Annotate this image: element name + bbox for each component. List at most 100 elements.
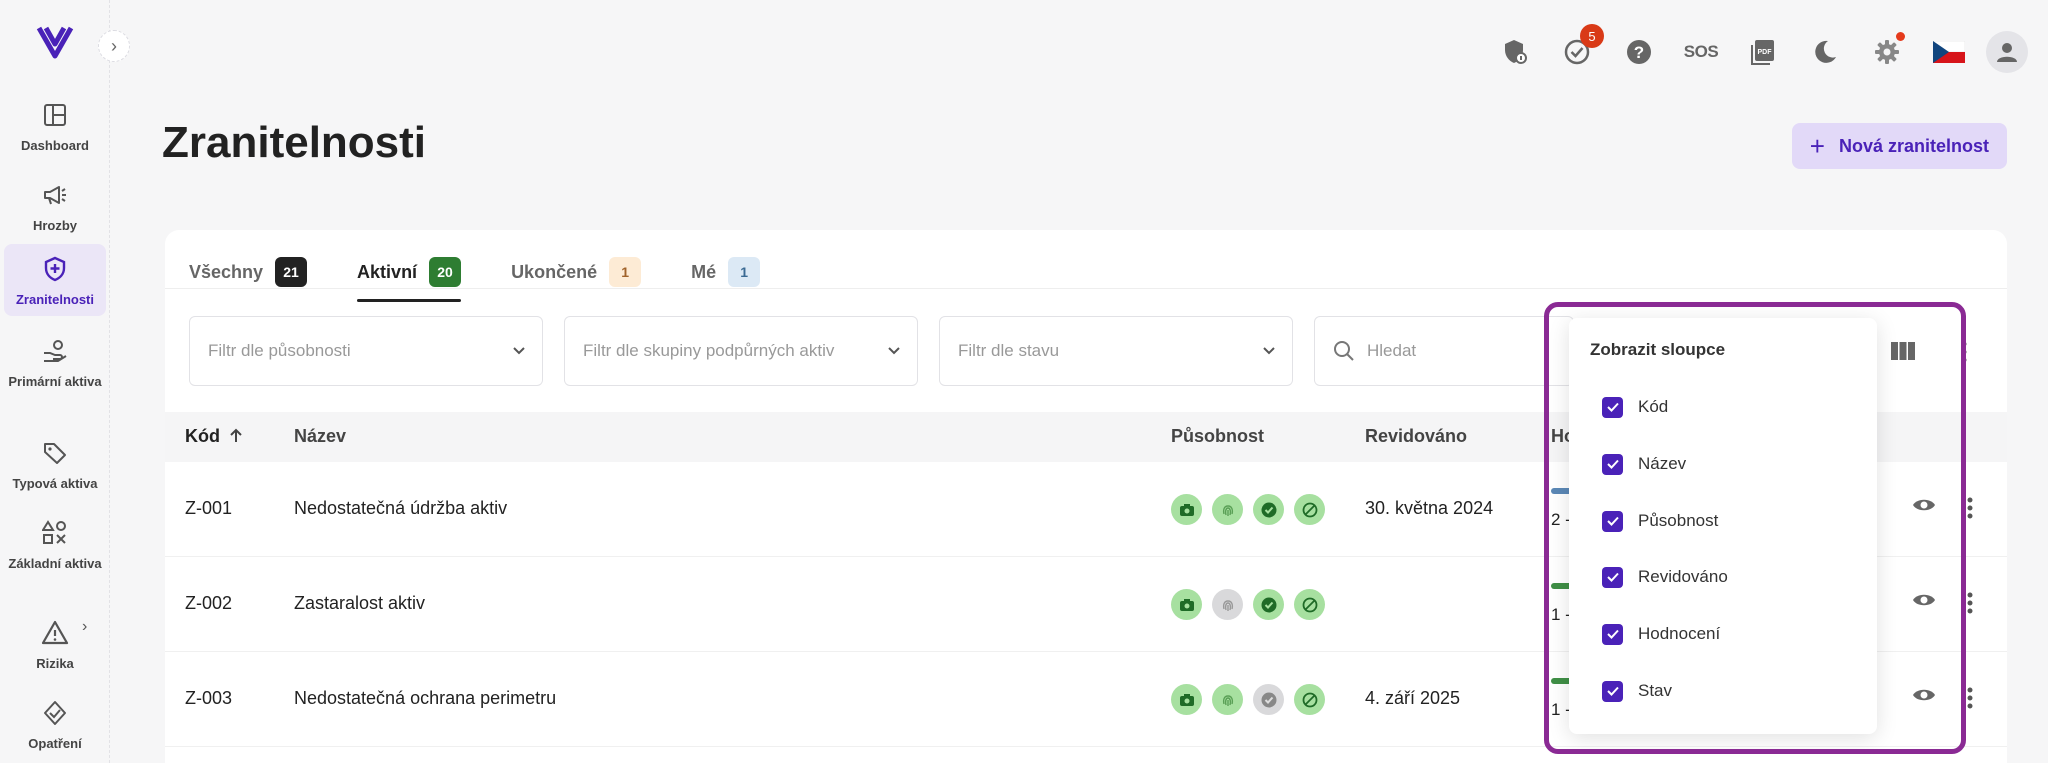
scope-filter-placeholder: Filtr dle působnosti: [208, 341, 351, 360]
column-header-name[interactable]: Název: [294, 426, 346, 447]
sidebar-item-label: Zranitelnosti: [15, 292, 94, 307]
column-header-revised[interactable]: Revidováno: [1365, 426, 1467, 447]
plus-icon: +: [1809, 130, 1825, 161]
shapes-icon: [40, 518, 70, 548]
tabs: Všechny 21 Aktivní 20 Ukončené 1 Mé 1: [189, 244, 810, 304]
svg-text:PDF: PDF: [1758, 49, 1773, 56]
asset-group-filter-placeholder: Filtr dle skupiny podpůrných aktiv: [583, 341, 835, 360]
svg-text:?: ?: [1634, 43, 1644, 62]
scope-filter-select[interactable]: Filtr dle působnosti: [189, 316, 543, 386]
sidebar-item-opatreni[interactable]: Opatření: [4, 688, 106, 758]
verified-badge-icon: [1253, 684, 1284, 715]
search-input[interactable]: Hledat: [1314, 316, 1574, 386]
blocked-icon: [1294, 494, 1325, 525]
column-header-code[interactable]: Kód: [185, 426, 244, 447]
new-vulnerability-label: Nová zranitelnost: [1838, 135, 1989, 156]
sidebar: Dashboard Hrozby Zranitelnosti Primární …: [0, 0, 110, 763]
sidebar-item-primarni-aktiva[interactable]: Primární aktiva: [4, 326, 106, 412]
row-code: Z-002: [185, 593, 233, 613]
sidebar-item-label: Typová aktiva: [12, 476, 98, 491]
tab-label: Všechny: [189, 261, 264, 282]
dashboard-icon: [40, 100, 70, 130]
chevron-down-icon: [888, 347, 900, 355]
scope-icons: [1171, 494, 1335, 525]
row-name: Nedostatečná ochrana perimetru: [294, 688, 557, 708]
fingerprint-icon: [1212, 589, 1243, 620]
user-avatar[interactable]: [1986, 31, 2028, 73]
fingerprint-icon: [1212, 494, 1243, 525]
column-header-label: Kód: [185, 426, 220, 446]
tab-vsechny[interactable]: Všechny 21: [189, 244, 308, 300]
verified-badge-icon: [1253, 589, 1284, 620]
verified-badge-icon: [1253, 494, 1284, 525]
settings-gear-icon[interactable]: [1856, 28, 1918, 76]
shield-plus-icon: [40, 254, 70, 284]
search-placeholder: Hledat: [1367, 341, 1417, 360]
top-bar: 5 ? SOS PDF: [1484, 24, 2048, 76]
tab-count: 1: [728, 257, 761, 287]
page-title: Zranitelnosti: [162, 118, 427, 167]
sidebar-item-typova-aktiva[interactable]: Typová aktiva: [4, 428, 106, 494]
settings-alert-dot: [1896, 32, 1905, 41]
row-more-icon[interactable]: [1966, 496, 1974, 520]
tab-label: Aktivní: [357, 261, 418, 282]
sidebar-item-label: Opatření: [28, 736, 82, 751]
security-shield-icon[interactable]: [1484, 28, 1546, 76]
czech-flag-icon[interactable]: [1918, 28, 1980, 76]
hand-coins-icon: [40, 336, 70, 366]
notification-badge: 5: [1580, 24, 1604, 48]
tasks-check-icon[interactable]: 5: [1546, 24, 1608, 76]
app-logo[interactable]: [36, 22, 74, 62]
sidebar-item-zakladni-aktiva[interactable]: Základní aktiva: [4, 508, 106, 594]
asset-group-filter-select[interactable]: Filtr dle skupiny podpůrných aktiv: [564, 316, 918, 386]
camera-icon: [1171, 494, 1202, 525]
sidebar-item-dashboard[interactable]: Dashboard: [4, 90, 106, 156]
row-revised-date: 4. září 2025: [1365, 688, 1461, 708]
scope-icons: [1171, 589, 1335, 620]
sidebar-item-label: Rizika: [36, 656, 74, 671]
row-more-icon[interactable]: [1966, 686, 1974, 710]
row-code: Z-003: [185, 688, 233, 708]
blocked-icon: [1294, 684, 1325, 715]
column-header-scope[interactable]: Působnost: [1171, 426, 1264, 447]
warning-icon: [40, 618, 70, 648]
shield-check-icon: [40, 698, 70, 728]
sidebar-item-label: Základní aktiva: [8, 556, 102, 571]
help-icon[interactable]: ?: [1608, 28, 1670, 76]
tab-ukoncene[interactable]: Ukončené 1: [511, 244, 642, 300]
dark-mode-icon[interactable]: [1794, 28, 1856, 76]
megaphone-icon: [40, 180, 70, 210]
row-more-icon[interactable]: [1966, 591, 1974, 615]
sidebar-item-rizika[interactable]: Rizika: [4, 608, 106, 674]
blocked-icon: [1294, 589, 1325, 620]
tab-me[interactable]: Mé 1: [691, 244, 761, 300]
camera-icon: [1171, 684, 1202, 715]
new-vulnerability-button[interactable]: + Nová zranitelnost: [1791, 123, 2007, 169]
sidebar-item-hrozby[interactable]: Hrozby: [4, 170, 106, 236]
row-revised-date: 30. května 2024: [1365, 498, 1494, 518]
sos-label: SOS: [1683, 42, 1719, 61]
state-filter-select[interactable]: Filtr dle stavu: [939, 316, 1293, 386]
sidebar-item-label: Hrozby: [32, 218, 78, 233]
pdf-icon[interactable]: PDF: [1732, 28, 1794, 76]
fingerprint-icon: [1212, 684, 1243, 715]
tab-count: 21: [275, 257, 308, 287]
camera-icon: [1171, 589, 1202, 620]
sidebar-collapse-button[interactable]: ›: [98, 30, 130, 62]
chevron-down-icon: [1263, 347, 1275, 355]
tab-count: 20: [429, 257, 462, 287]
sidebar-item-zranitelnosti[interactable]: Zranitelnosti: [4, 244, 106, 316]
tab-aktivni[interactable]: Aktivní 20: [357, 244, 462, 302]
chevron-right-icon[interactable]: ›: [82, 618, 87, 636]
sos-button[interactable]: SOS: [1670, 28, 1732, 76]
sidebar-item-label: Primární aktiva: [8, 374, 102, 389]
row-name: Nedostatečná údržba aktiv: [294, 498, 508, 518]
tab-count: 1: [609, 257, 642, 287]
sort-arrow-up-icon: [230, 428, 242, 442]
chevron-down-icon: [513, 347, 525, 355]
scope-icons: [1171, 684, 1335, 715]
search-icon: [1334, 341, 1354, 361]
row-name: Zastaralost aktiv: [294, 593, 426, 613]
tag-icon: [40, 438, 70, 468]
row-code: Z-001: [185, 498, 233, 518]
